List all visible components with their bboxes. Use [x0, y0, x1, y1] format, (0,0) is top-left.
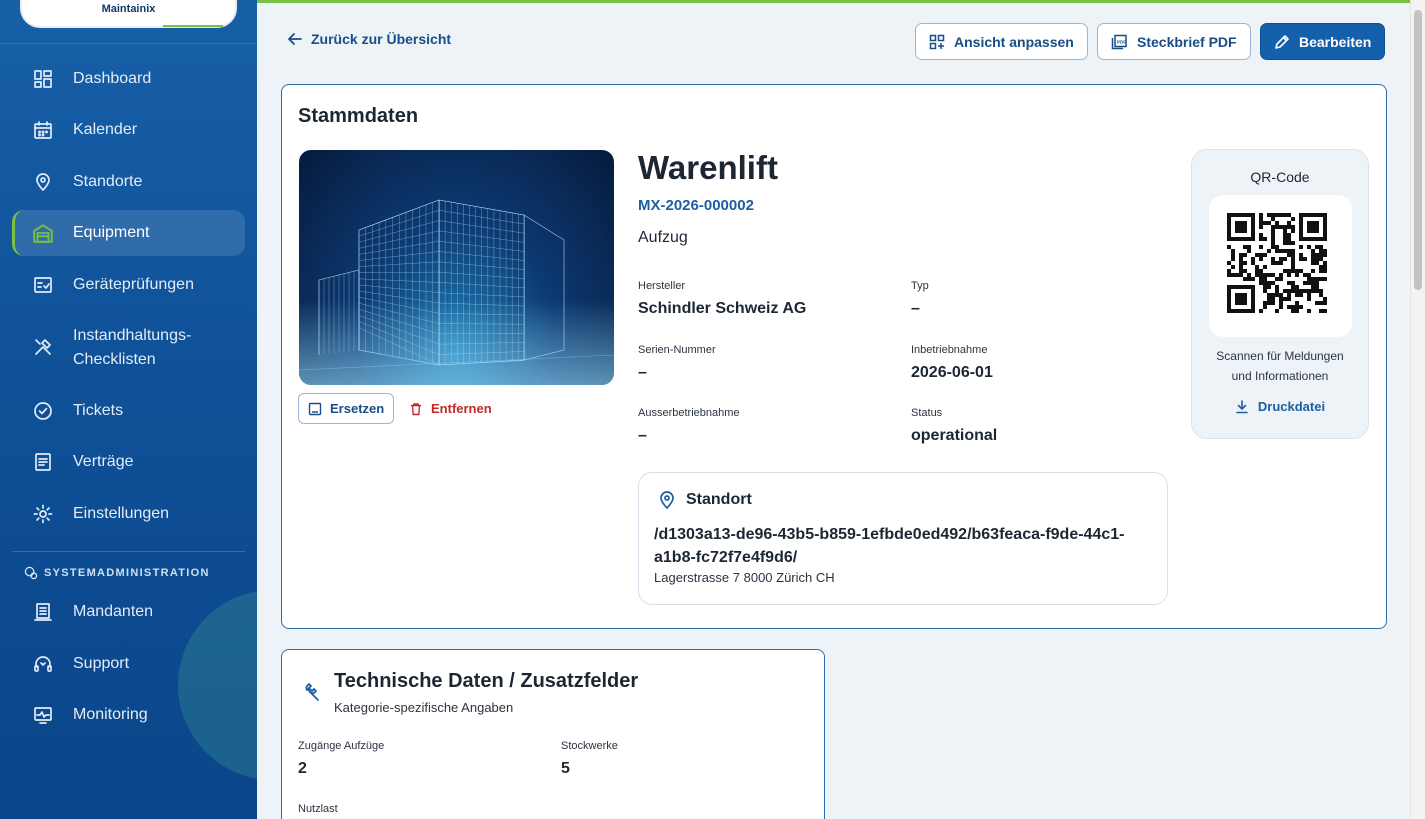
download-icon [1236, 399, 1248, 413]
field-label: Nutzlast [298, 803, 338, 815]
location-heading: Standort [658, 490, 752, 510]
qr-panel: QR-Code Scannen für Meldungen und Inform… [1191, 149, 1369, 439]
check-calendar-icon [32, 274, 54, 296]
field-label: Zugänge Aufzüge [298, 740, 385, 752]
location-pin-icon [660, 491, 674, 510]
sidebar-item-label: Einstellungen [73, 505, 170, 522]
technical-subtitle: Kategorie-spezifische Angaben [334, 700, 514, 715]
sidebar-item-geraetepruefungen[interactable]: Geräteprüfungen [12, 262, 245, 308]
sidebar-item-mandanten[interactable]: Mandanten [12, 589, 245, 635]
image-icon [308, 402, 322, 415]
calendar-icon [32, 119, 54, 141]
sidebar-item-label: Geräteprüfungen [73, 276, 194, 293]
building-wireframe-image [299, 199, 614, 385]
field-label: Typ [911, 280, 929, 292]
customize-view-button[interactable]: Ansicht anpassen [915, 23, 1088, 60]
status-value: operational [911, 427, 998, 444]
field-value-type: – [911, 300, 920, 317]
field-value-manufacturer: Schindler Schweiz AG [638, 300, 807, 317]
admin-gear-icon [24, 566, 38, 580]
dashboard-icon [32, 68, 54, 90]
technical-title: Technische Daten / Zusatzfelder [334, 670, 639, 692]
technical-data-card: Technische Daten / Zusatzfelder Kategori… [281, 649, 825, 819]
sidebar-item-checklisten[interactable]: Instandhaltungs- Checklisten [12, 322, 245, 372]
check-circle-icon [32, 400, 54, 422]
tenant-icon [32, 601, 54, 623]
arrow-left-icon [288, 33, 302, 45]
location-address: Lagerstrasse 7 8000 Zürich CH [654, 570, 835, 585]
sidebar-item-label: Monitoring [73, 706, 148, 723]
field-label: Serien-Nummer [638, 344, 716, 356]
replace-image-button[interactable]: Ersetzen [298, 393, 395, 424]
pdf-button[interactable]: PDF Steckbrief PDF [1097, 23, 1251, 60]
section-title: Stammdaten [298, 105, 419, 127]
field-label: Status [911, 407, 943, 419]
qr-code-image [1209, 195, 1352, 337]
location-path: /d1303a13-de96-43b5-b859-1efbde0ed492/b6… [654, 526, 1125, 566]
sidebar-item-tickets[interactable]: Tickets [12, 388, 245, 434]
equipment-code: MX-2026-000002 [638, 197, 754, 214]
location-pin-icon [32, 171, 54, 193]
back-link[interactable]: Zurück zur Übersicht [287, 31, 451, 47]
sidebar-item-support[interactable]: Support [12, 641, 245, 687]
scrollbar-thumb[interactable] [1414, 10, 1422, 290]
field-value-serial: – [638, 364, 647, 381]
edit-button[interactable]: Bearbeiten [1260, 23, 1386, 60]
headset-icon [32, 653, 54, 675]
field-label: Inbetriebnahme [911, 344, 988, 356]
sidebar-item-label: Kalender [73, 121, 138, 138]
qr-label: QR-Code [1250, 169, 1310, 185]
sidebar-item-label: Tickets [73, 402, 124, 419]
monitor-icon [32, 704, 54, 726]
sidebar-item-equipment[interactable]: Equipment [12, 210, 245, 256]
scrollbar[interactable] [1410, 0, 1425, 819]
sidebar-item-label: Verträge [73, 453, 134, 470]
sidebar-item-label: Dashboard [73, 70, 152, 87]
svg-text:PDF: PDF [1117, 39, 1126, 44]
sidebar-item-kalender[interactable]: Kalender [12, 107, 245, 153]
layout-grid-icon [929, 34, 945, 49]
sidebar-item-label: Standorte [73, 173, 143, 190]
wrench-icon [305, 683, 319, 701]
qr-note: Scannen für Meldungen und Informationen [1216, 349, 1344, 383]
tools-icon [32, 336, 54, 358]
equipment-name: Warenlift [638, 149, 778, 186]
trash-icon [411, 402, 421, 415]
logo-text: Maintainix [101, 3, 156, 15]
equipment-category: Aufzug [638, 229, 688, 246]
sidebar-item-monitoring[interactable]: Monitoring [12, 692, 245, 738]
field-label: Stockwerke [561, 740, 618, 752]
field-label: Ausserbetriebnahme [638, 407, 740, 419]
sidebar-item-einstellungen[interactable]: Einstellungen [12, 491, 245, 537]
sidebar-item-standorte[interactable]: Standorte [12, 159, 245, 205]
document-icon [32, 451, 54, 473]
sidebar-item-label-line2: Checklisten [73, 351, 156, 368]
field-value-commissioning: 2026-06-01 [911, 364, 993, 381]
sidebar: Maintainix Dashboard Kalender Standorte … [0, 0, 257, 819]
sidebar-item-label: Equipment [73, 224, 150, 241]
logo[interactable]: Maintainix [20, 0, 237, 28]
sidebar-item-label: Support [73, 655, 130, 672]
qr-code-icon [1227, 213, 1327, 313]
pencil-icon [1275, 34, 1289, 49]
field-label: Hersteller [638, 280, 686, 292]
field-value-floors: 5 [561, 760, 570, 777]
sidebar-item-label: Mandanten [73, 603, 154, 620]
field-value-entrances: 2 [298, 760, 307, 777]
garage-icon [32, 222, 54, 244]
gear-icon [32, 503, 54, 525]
sidebar-item-vertraege[interactable]: Verträge [12, 439, 245, 485]
equipment-photo [299, 150, 614, 385]
sidebar-item-label: Instandhaltungs- [73, 327, 192, 344]
location-panel: Standort /d1303a13-de96-43b5-b859-1efbde… [638, 472, 1168, 605]
admin-section-heading: SYSTEMADMINISTRATION [24, 566, 210, 580]
qr-download-button[interactable]: Druckdatei [1192, 399, 1368, 414]
remove-image-button[interactable]: Entfernen [400, 393, 501, 424]
sidebar-item-dashboard[interactable]: Dashboard [12, 56, 245, 102]
pdf-icon: PDF [1111, 34, 1127, 49]
master-data-card: Stammdaten Ersetzen Entfernen Warenlift … [281, 84, 1387, 629]
field-value-decommissioning: – [638, 427, 647, 444]
